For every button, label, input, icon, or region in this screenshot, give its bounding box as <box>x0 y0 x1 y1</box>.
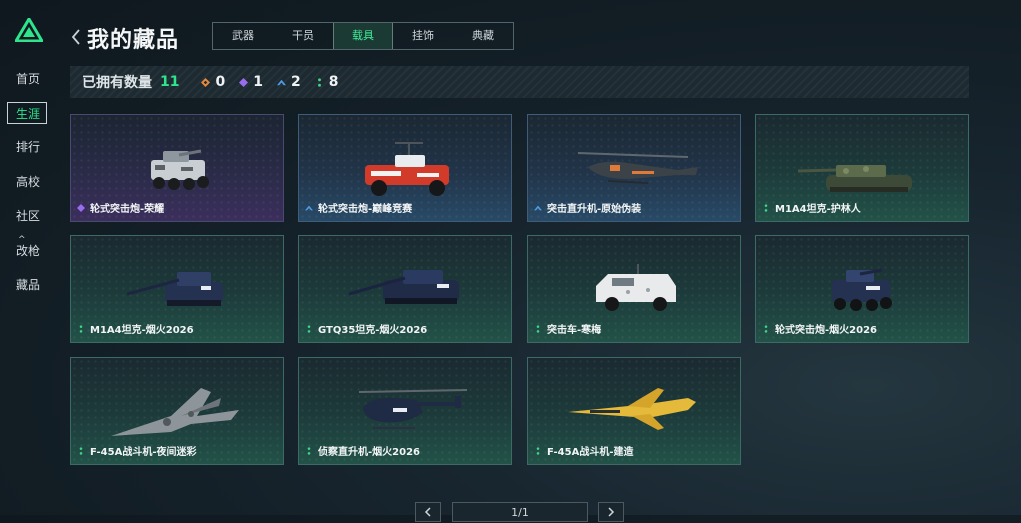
collection-card[interactable]: M1A4坦克-烟火2026 <box>70 235 284 343</box>
collection-card[interactable]: 轮式突击炮-巅峰竞赛 <box>298 114 512 222</box>
card-label: 侦察直升机-烟火2026 <box>305 443 420 458</box>
tab-collectibles[interactable]: 典藏 <box>453 23 513 49</box>
card-label: 轮式突击炮-巅峰竞赛 <box>305 200 412 215</box>
rarity-count-purple: 1 <box>239 74 263 90</box>
card-label: M1A4坦克-护林人 <box>762 200 861 215</box>
tab-charms[interactable]: 挂饰 <box>393 23 453 49</box>
category-tabs: 武器 干员 载具 挂饰 典藏 <box>212 22 514 50</box>
sidebar-item-career[interactable]: 生涯 <box>7 102 47 124</box>
purple-diamond-icon <box>239 77 249 87</box>
card-label-text: 突击车-寒梅 <box>547 325 602 336</box>
sidebar: 首页 生涯 排行 高校 社区^ 改枪 藏品 <box>0 0 56 515</box>
next-page-button[interactable] <box>598 502 624 522</box>
sidebar-item-label: 藏品 <box>16 278 41 292</box>
rarity-count-orange: 0 <box>201 74 225 90</box>
card-label-text: F-45A战斗机-夜间迷彩 <box>90 447 197 458</box>
sidebar-item-gunsmith[interactable]: 改枪 <box>8 240 48 262</box>
blue-chevron-icon <box>305 205 313 210</box>
collection-grid: 轮式突击炮-荣耀 轮式突击炮-巅峰竞赛 突击直升机-原始伪装 M1A4坦克-护林… <box>70 114 970 465</box>
green-dots-icon <box>307 324 311 333</box>
collection-card[interactable]: F-45A战斗机-夜间迷彩 <box>70 357 284 465</box>
collection-card[interactable]: 轮式突击炮-烟火2026 <box>755 235 969 343</box>
sidebar-item-college[interactable]: 高校 <box>8 171 48 193</box>
sidebar-item-label: 生涯 <box>16 107 41 121</box>
rarity-count-green: 8 <box>315 74 339 90</box>
card-label: 轮式突击炮-烟火2026 <box>762 321 877 336</box>
card-label-text: 轮式突击炮-荣耀 <box>90 204 165 215</box>
card-label-text: GTQ35坦克-烟火2026 <box>318 325 428 336</box>
collection-card[interactable]: M1A4坦克-护林人 <box>755 114 969 222</box>
owned-count-value: 11 <box>160 74 180 90</box>
owned-summary-bar: 已拥有数量 11 0 1 2 8 <box>70 66 969 98</box>
green-dots-icon <box>536 324 540 333</box>
collection-card[interactable]: 突击车-寒梅 <box>527 235 741 343</box>
green-dots-icon <box>307 446 311 455</box>
chevron-left-icon <box>424 507 431 517</box>
sidebar-item-label: 排行 <box>16 140 41 154</box>
chevron-right-icon <box>608 507 615 517</box>
rarity-count-blue: 2 <box>276 74 301 90</box>
sidebar-item-ranking[interactable]: 排行 <box>8 136 48 158</box>
sidebar-item-label: 高校 <box>16 175 41 189</box>
card-label-text: 侦察直升机-烟火2026 <box>318 447 420 458</box>
rarity-count-value: 2 <box>290 74 301 90</box>
card-label: F-45A战斗机-建造 <box>534 443 633 458</box>
sidebar-item-collection[interactable]: 藏品 <box>8 274 48 296</box>
collection-card[interactable]: F-45A战斗机-建造 <box>527 357 741 465</box>
tab-operators[interactable]: 干员 <box>273 23 333 49</box>
sidebar-item-community[interactable]: 社区^ <box>8 205 48 245</box>
rarity-count-value: 1 <box>253 74 263 90</box>
card-label: 突击车-寒梅 <box>534 321 601 336</box>
green-dots-icon <box>79 446 83 455</box>
app-logo-icon[interactable] <box>15 18 43 42</box>
blue-chevron-icon <box>276 79 286 85</box>
card-label-text: 轮式突击炮-巅峰竞赛 <box>318 204 413 215</box>
green-dots-icon <box>764 324 768 333</box>
card-label: GTQ35坦克-烟火2026 <box>305 321 427 336</box>
green-dots-icon <box>79 324 83 333</box>
card-label: F-45A战斗机-夜间迷彩 <box>77 443 196 458</box>
collection-card[interactable]: 轮式突击炮-荣耀 <box>70 114 284 222</box>
page-title: 我的藏品 <box>87 28 180 53</box>
collection-card[interactable]: 突击直升机-原始伪装 <box>527 114 741 222</box>
green-dots-icon <box>317 77 321 87</box>
sidebar-item-home[interactable]: 首页 <box>8 68 48 90</box>
page-indicator: 1/1 <box>452 502 588 522</box>
rarity-count-value: 0 <box>215 74 226 90</box>
card-label: 突击直升机-原始伪装 <box>534 200 641 215</box>
green-dots-icon <box>764 203 768 212</box>
collection-card[interactable]: 侦察直升机-烟火2026 <box>298 357 512 465</box>
prev-page-button[interactable] <box>415 502 441 522</box>
owned-count-label: 已拥有数量 <box>82 75 152 91</box>
back-chevron-icon[interactable] <box>70 28 82 46</box>
sidebar-item-label: 社区 <box>16 209 41 223</box>
green-dots-icon <box>536 446 540 455</box>
tab-vehicles[interactable]: 载具 <box>333 23 393 49</box>
card-label: M1A4坦克-烟火2026 <box>77 321 194 336</box>
card-label-text: F-45A战斗机-建造 <box>547 447 634 458</box>
sidebar-item-label: 改枪 <box>16 244 41 258</box>
card-label-text: 轮式突击炮-烟火2026 <box>775 325 877 336</box>
card-label-text: M1A4坦克-护林人 <box>775 204 861 215</box>
collection-card[interactable]: GTQ35坦克-烟火2026 <box>298 235 512 343</box>
card-label-text: M1A4坦克-烟火2026 <box>90 325 194 336</box>
orange-diamond-icon <box>201 77 211 87</box>
sidebar-item-label: 首页 <box>16 72 41 86</box>
card-label: 轮式突击炮-荣耀 <box>77 200 164 215</box>
rarity-count-value: 8 <box>328 74 339 90</box>
purple-diamond-icon <box>77 203 85 212</box>
tab-weapons[interactable]: 武器 <box>213 23 273 49</box>
blue-chevron-icon <box>534 205 542 210</box>
card-label-text: 突击直升机-原始伪装 <box>547 204 642 215</box>
